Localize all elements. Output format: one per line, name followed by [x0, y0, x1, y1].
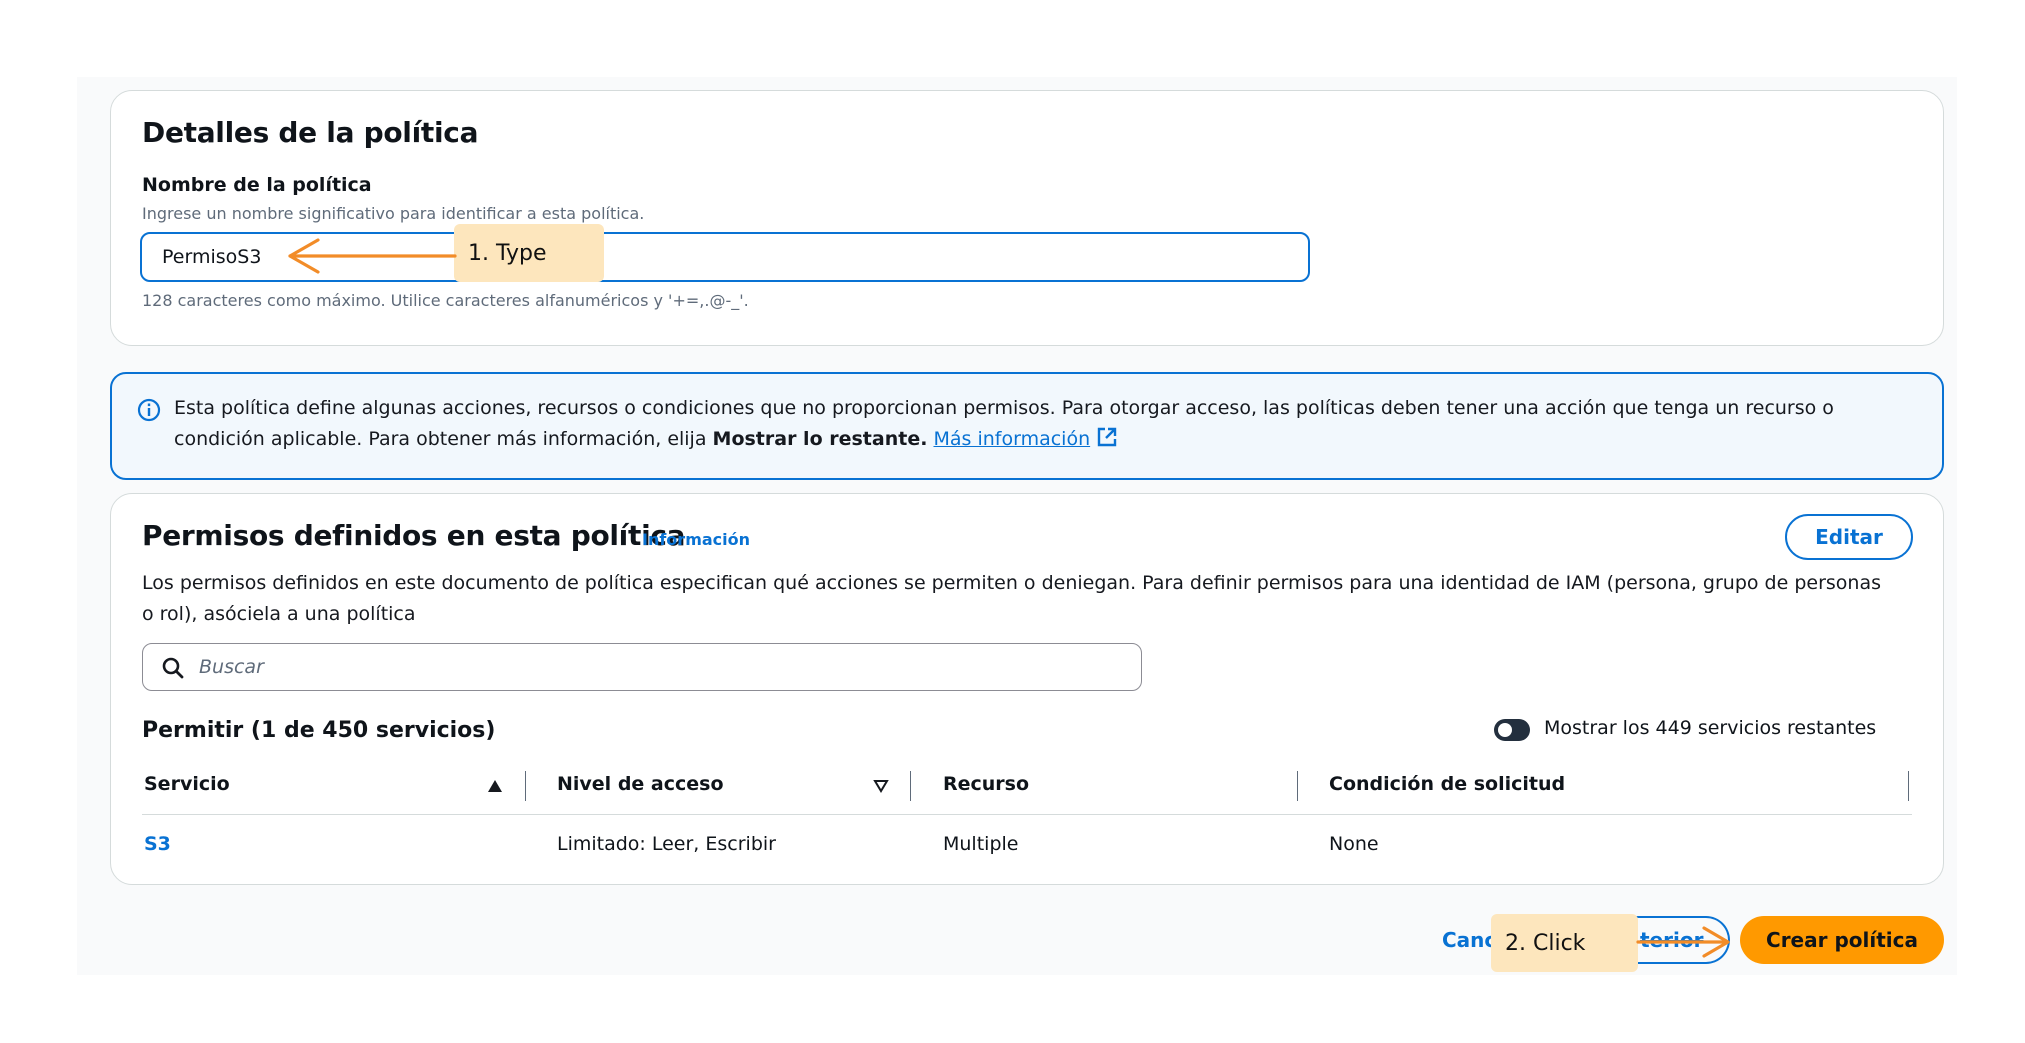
- table-header-divider: [142, 814, 1912, 815]
- sort-descending-icon[interactable]: [873, 779, 889, 793]
- toggle-knob: [1498, 723, 1512, 737]
- callout-step2: 2. Click: [1491, 914, 1638, 972]
- search-input[interactable]: Buscar: [142, 643, 1142, 691]
- permissions-description-line1: Los permisos definidos en este documento…: [142, 572, 1882, 594]
- permissions-title: Permisos definidos en esta política: [142, 519, 686, 552]
- info-icon: [137, 398, 161, 422]
- policy-name-label: Nombre de la política: [142, 174, 372, 196]
- alert-text-line2: condición aplicable. Para obtener más in…: [174, 424, 1118, 455]
- permissions-description-line2: o rol), asóciela a una política: [142, 603, 416, 625]
- access-level-cell: Limitado: Leer, Escribir: [557, 833, 776, 855]
- arrow-to-input: [288, 238, 457, 274]
- callout-step1: 1. Type: [454, 224, 604, 282]
- column-header-access-level[interactable]: Nivel de acceso: [557, 773, 724, 795]
- column-header-service[interactable]: Servicio: [144, 773, 230, 795]
- cancel-button[interactable]: Canc: [1442, 928, 1496, 952]
- resource-cell: Multiple: [943, 833, 1019, 855]
- search-placeholder: Buscar: [199, 656, 264, 678]
- alert-text-bold: Mostrar lo restante.: [712, 428, 928, 450]
- column-header-resource[interactable]: Recurso: [943, 773, 1029, 795]
- alert-text-line1: Esta política define algunas acciones, r…: [174, 397, 1834, 419]
- info-link[interactable]: Información: [642, 530, 750, 549]
- column-header-condition[interactable]: Condición de solicitud: [1329, 773, 1565, 795]
- condition-cell: None: [1329, 833, 1379, 855]
- alert-text-prefix: condición aplicable. Para obtener más in…: [174, 428, 713, 450]
- service-link-s3[interactable]: S3: [144, 833, 171, 855]
- policy-name-constraint: 128 caracteres como máximo. Utilice cara…: [142, 291, 749, 310]
- policy-name-description: Ingrese un nombre significativo para ide…: [142, 204, 645, 223]
- create-policy-button[interactable]: Crear política: [1740, 916, 1944, 964]
- more-info-link[interactable]: Más información: [933, 428, 1090, 450]
- edit-button[interactable]: Editar: [1785, 514, 1913, 560]
- show-remaining-toggle[interactable]: [1494, 719, 1530, 741]
- search-icon: [162, 657, 184, 679]
- column-divider: [525, 771, 526, 801]
- policy-details-title: Detalles de la política: [142, 116, 479, 149]
- allow-heading: Permitir (1 de 450 servicios): [142, 718, 496, 743]
- policy-name-value: PermisoS3: [162, 246, 262, 268]
- arrow-to-create-button: [1636, 926, 1730, 958]
- sort-ascending-icon[interactable]: [487, 779, 503, 793]
- toggle-label: Mostrar los 449 servicios restantes: [1544, 717, 1877, 739]
- external-link-icon[interactable]: [1096, 426, 1118, 448]
- column-divider: [910, 771, 911, 801]
- column-divider: [1297, 771, 1298, 801]
- column-divider: [1908, 771, 1909, 801]
